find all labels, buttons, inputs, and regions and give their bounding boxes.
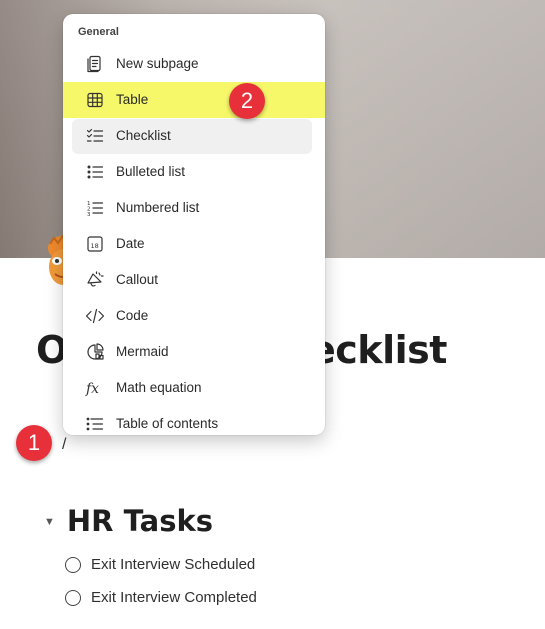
code-icon	[85, 306, 105, 326]
menu-item-label: Mermaid	[116, 344, 169, 359]
checklist-item[interactable]: Exit Interview Completed	[65, 589, 257, 606]
slash-command-input[interactable]: /	[62, 436, 66, 454]
menu-item-label: New subpage	[116, 56, 199, 71]
menu-item-label: Table of contents	[116, 416, 219, 431]
menu-item-label: Bulleted list	[116, 164, 186, 179]
menu-item-table[interactable]: Table	[63, 82, 325, 118]
checklist-item-label: Exit Interview Scheduled	[91, 556, 256, 573]
menu-item-table-of-contents[interactable]: Table of contents	[63, 406, 325, 435]
menu-item-checklist[interactable]: Checklist	[63, 118, 325, 154]
menu-item-label: Table	[116, 92, 149, 107]
menu-item-mermaid[interactable]: Mermaid	[63, 334, 325, 370]
menu-item-numbered-list[interactable]: 123 Numbered list	[63, 190, 325, 226]
step-badge-1: 1	[16, 425, 52, 461]
menu-section-header: General	[78, 26, 119, 38]
bulleted-list-icon	[85, 162, 105, 182]
svg-text:3: 3	[87, 212, 91, 218]
calendar-icon: 18	[85, 234, 105, 254]
page-title-end: ecklist	[310, 328, 447, 372]
menu-item-new-subpage[interactable]: New subpage	[63, 46, 325, 82]
menu-item-label: Date	[116, 236, 145, 251]
menu-item-date[interactable]: 18 Date	[63, 226, 325, 262]
menu-item-label: Math equation	[116, 380, 202, 395]
table-icon	[85, 90, 105, 110]
diagram-icon	[85, 342, 105, 362]
checkbox-circle[interactable]	[65, 589, 81, 606]
menu-item-label: Numbered list	[116, 200, 200, 215]
menu-item-math-equation[interactable]: fx Math equation	[63, 370, 325, 406]
insert-block-menu: General New subpage Table Checklist Bull…	[63, 14, 325, 435]
svg-text:18: 18	[91, 242, 99, 250]
collapse-caret-icon[interactable]: ▼	[44, 516, 55, 528]
menu-item-label: Code	[116, 308, 149, 323]
menu-item-callout[interactable]: Callout	[63, 262, 325, 298]
menu-item-label: Callout	[116, 272, 159, 287]
numbered-list-icon: 123	[85, 198, 105, 218]
checklist-item[interactable]: Exit Interview Scheduled	[65, 556, 255, 573]
document-icon	[85, 54, 105, 74]
menu-item-label: Checklist	[116, 128, 171, 143]
svg-text:fx: fx	[85, 381, 99, 397]
checklist-icon	[85, 126, 105, 146]
section-heading[interactable]: HR Tasks	[67, 504, 213, 538]
toc-icon	[85, 414, 105, 434]
megaphone-icon	[85, 270, 105, 290]
menu-item-bulleted-list[interactable]: Bulleted list	[63, 154, 325, 190]
fx-icon: fx	[85, 378, 105, 398]
menu-item-code[interactable]: Code	[63, 298, 325, 334]
step-badge-2: 2	[229, 83, 265, 119]
checklist-item-label: Exit Interview Completed	[91, 589, 257, 606]
checkbox-circle[interactable]	[65, 556, 81, 573]
hr-tasks-section: ▼ HR Tasks	[44, 504, 213, 538]
